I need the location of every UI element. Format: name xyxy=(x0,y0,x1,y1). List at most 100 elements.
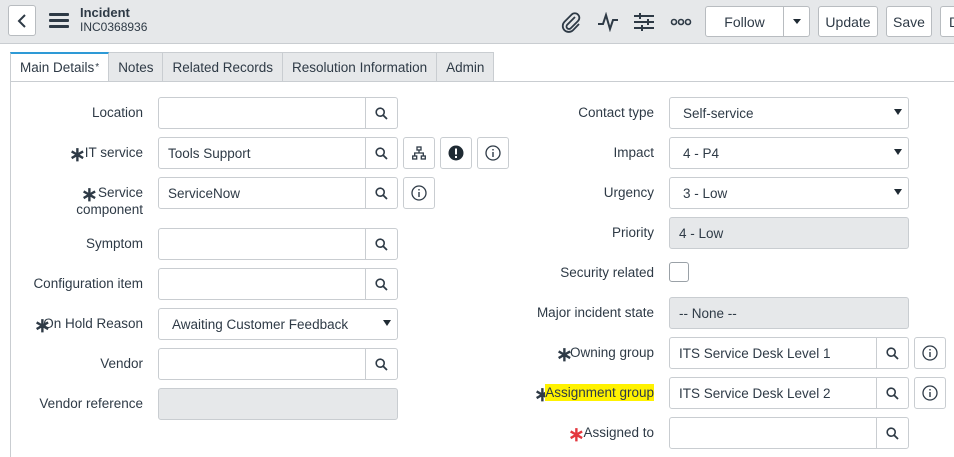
back-button[interactable] xyxy=(8,5,36,36)
save-button[interactable]: Save xyxy=(886,6,932,37)
urgency-value: 3 - Low xyxy=(683,185,728,201)
assigned-to-input[interactable] xyxy=(669,417,877,449)
more-options-icon[interactable] xyxy=(669,10,693,34)
form-tabs: Main Details * Notes Related Records Reso… xyxy=(10,52,495,82)
assignment-group-input[interactable]: ITS Service Desk Level 2 xyxy=(669,377,877,409)
tab-related-records[interactable]: Related Records xyxy=(163,52,284,82)
follow-dropdown-button[interactable] xyxy=(783,6,810,37)
configuration-item-lookup-button[interactable] xyxy=(365,268,398,300)
service-component-label-line2: component xyxy=(76,202,143,217)
paperclip-icon[interactable] xyxy=(559,10,583,34)
info-icon xyxy=(411,185,427,201)
activity-icon[interactable] xyxy=(596,10,620,34)
symptom-lookup-button[interactable] xyxy=(365,228,398,260)
symptom-label: Symptom xyxy=(85,236,143,251)
urgency-label: Urgency xyxy=(603,185,654,200)
it-service-lookup-button[interactable] xyxy=(365,137,398,169)
priority-field: 4 - Low xyxy=(669,217,909,249)
impact-label: Impact xyxy=(613,145,654,160)
vendor-lookup-button[interactable] xyxy=(365,348,398,380)
search-icon xyxy=(375,186,388,200)
contact-type-label: Contact type xyxy=(578,105,654,120)
search-icon xyxy=(375,357,388,371)
contact-type-select[interactable]: Self-service xyxy=(669,97,909,129)
owning-group-lookup-button[interactable] xyxy=(876,337,909,369)
symptom-input[interactable] xyxy=(158,228,366,260)
alert-button[interactable] xyxy=(440,137,472,169)
it-service-input[interactable]: Tools Support xyxy=(158,137,366,169)
search-icon xyxy=(375,146,388,160)
major-incident-state-field: -- None -- xyxy=(669,297,909,329)
urgency-select[interactable]: 3 - Low xyxy=(669,177,909,209)
service-component-label: Service component xyxy=(76,184,143,218)
tab-label: Main Details xyxy=(20,60,95,75)
major-incident-state-label: Major incident state xyxy=(536,305,654,320)
location-input[interactable] xyxy=(158,97,366,129)
service-component-lookup-button[interactable] xyxy=(365,177,398,209)
form-header: Incident INC0368936 Follow Update Save D xyxy=(0,0,954,44)
search-icon xyxy=(375,237,388,251)
owning-group-label: Owning group xyxy=(569,345,654,360)
assigned-to-lookup-button[interactable] xyxy=(876,417,909,449)
required-indicator: ∗ xyxy=(568,424,585,446)
vendor-label: Vendor xyxy=(100,356,143,371)
vendor-reference-field xyxy=(158,388,398,420)
owning-group-input[interactable]: ITS Service Desk Level 1 xyxy=(669,337,877,369)
on-hold-reason-value: Awaiting Customer Feedback xyxy=(172,316,349,332)
required-indicator: ∗ xyxy=(69,144,86,166)
location-label: Location xyxy=(91,105,143,120)
overflow-button[interactable]: D xyxy=(940,6,954,37)
update-button[interactable]: Update xyxy=(818,6,878,37)
menu-icon[interactable] xyxy=(49,13,69,29)
configuration-item-input[interactable] xyxy=(158,268,366,300)
priority-label: Priority xyxy=(611,225,654,240)
alert-icon xyxy=(448,145,464,161)
search-icon xyxy=(375,277,388,291)
contact-type-value: Self-service xyxy=(683,105,754,121)
security-related-label: Security related xyxy=(560,265,654,280)
hierarchy-icon xyxy=(412,146,426,160)
dependency-map-button[interactable] xyxy=(403,137,435,169)
on-hold-reason-select[interactable]: Awaiting Customer Feedback xyxy=(158,308,398,340)
info-icon xyxy=(485,145,501,161)
assignment-group-lookup-button[interactable] xyxy=(876,377,909,409)
vendor-reference-label: Vendor reference xyxy=(39,396,143,411)
caret-down-icon xyxy=(383,320,391,326)
tab-admin[interactable]: Admin xyxy=(437,52,495,82)
it-service-label: IT service xyxy=(84,145,143,160)
service-component-input[interactable]: ServiceNow xyxy=(158,177,366,209)
impact-select[interactable]: 4 - P4 xyxy=(669,137,909,169)
service-component-label-line1: Service xyxy=(97,185,143,200)
tab-notes[interactable]: Notes xyxy=(109,52,164,82)
assignment-group-label: Assignment group xyxy=(545,384,654,401)
on-hold-reason-label: On Hold Reason xyxy=(43,316,143,331)
search-icon xyxy=(886,386,899,400)
info-icon xyxy=(922,385,938,401)
location-lookup-button[interactable] xyxy=(365,97,398,129)
modified-marker: * xyxy=(95,62,100,73)
record-title: Incident INC0368936 xyxy=(80,5,148,35)
search-icon xyxy=(375,106,388,120)
follow-button[interactable]: Follow xyxy=(705,6,784,37)
service-component-info-button[interactable] xyxy=(403,177,435,209)
it-service-info-button[interactable] xyxy=(477,137,509,169)
tab-main-details[interactable]: Main Details * xyxy=(10,52,110,82)
tab-resolution-information[interactable]: Resolution Information xyxy=(283,52,438,82)
impact-value: 4 - P4 xyxy=(683,145,720,161)
record-type: Incident xyxy=(80,5,130,20)
search-icon xyxy=(886,346,899,360)
assigned-to-label: Assigned to xyxy=(583,425,654,440)
owning-group-info-button[interactable] xyxy=(914,337,946,369)
assignment-group-info-button[interactable] xyxy=(914,377,946,409)
settings-sliders-icon[interactable] xyxy=(632,10,656,34)
info-icon xyxy=(922,345,938,361)
caret-down-icon xyxy=(894,109,902,115)
caret-down-icon xyxy=(894,149,902,155)
security-related-checkbox[interactable] xyxy=(669,262,689,282)
record-number: INC0368936 xyxy=(80,20,148,34)
configuration-item-label: Configuration item xyxy=(33,276,143,291)
chevron-left-icon xyxy=(17,13,26,28)
vendor-input[interactable] xyxy=(158,348,366,380)
search-icon xyxy=(886,426,899,440)
caret-down-icon xyxy=(792,19,801,24)
